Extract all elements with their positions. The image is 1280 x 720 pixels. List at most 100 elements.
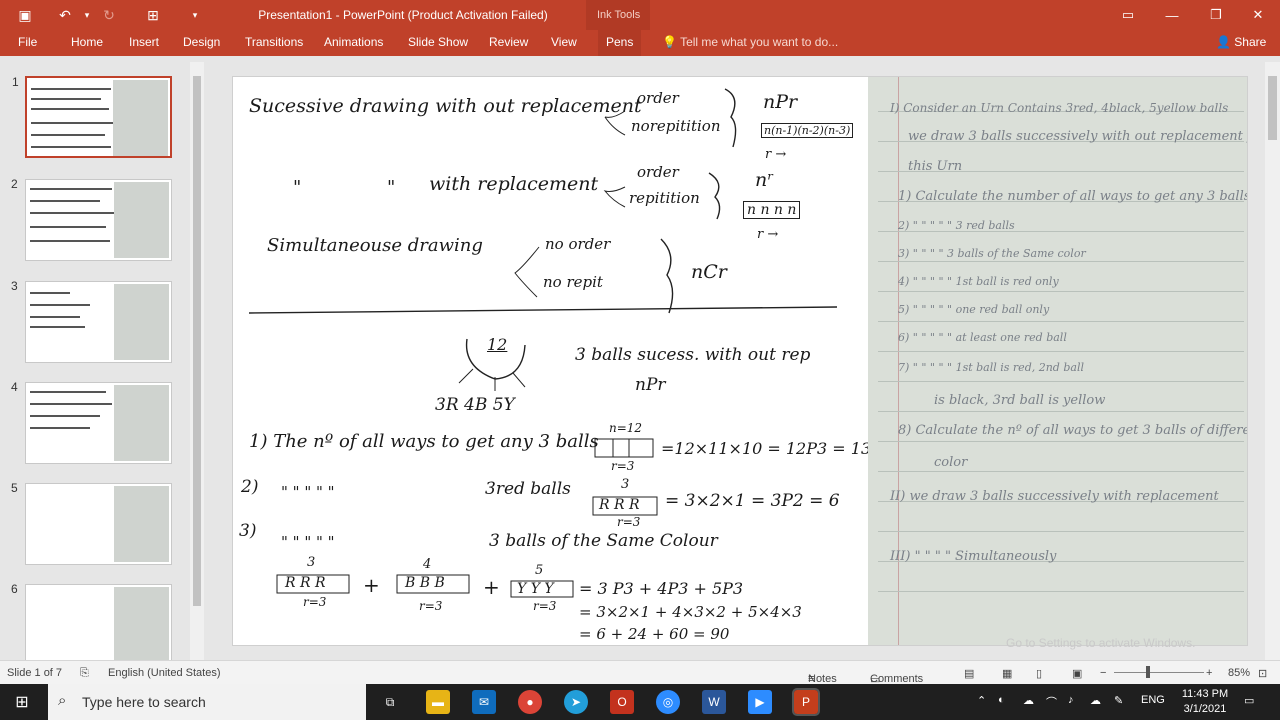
photo-thumbnail <box>114 385 169 461</box>
zoom-slider[interactable] <box>1114 672 1204 673</box>
office-icon[interactable]: O <box>610 690 634 714</box>
spellcheck-icon[interactable]: ⎘ <box>80 667 89 680</box>
tab-insert[interactable]: Insert <box>129 35 159 49</box>
zoom-slider-thumb[interactable] <box>1146 666 1150 678</box>
task-view-icon[interactable]: ⧉ <box>378 690 402 714</box>
slide-thumbnail[interactable]: 1 <box>12 75 172 158</box>
slide-editing-area: Sucessive drawing with out replacement o… <box>205 62 1265 660</box>
pen-icon[interactable]: ✎ <box>1114 694 1123 707</box>
ink-text: + <box>483 575 500 599</box>
browser-icon[interactable]: ◎ <box>656 690 680 714</box>
taskbar-search[interactable]: ⌕ Type here to search <box>48 684 366 720</box>
slide-sorter-icon[interactable]: ▦ <box>1002 667 1012 680</box>
notifications-icon[interactable]: ▭ <box>1244 694 1254 707</box>
ink-text: 3red balls <box>485 479 571 499</box>
file-explorer-icon[interactable]: ▬ <box>426 690 450 714</box>
photo-thumbnail <box>114 284 169 360</box>
photo-thumbnail <box>114 587 169 663</box>
network-icon[interactable]: ⌒ <box>1046 694 1057 710</box>
show-hidden-icons[interactable]: ⌃ <box>977 694 986 707</box>
scrollbar-thumb[interactable] <box>193 76 201 606</box>
ink-text: r=3 <box>617 515 641 529</box>
share-button[interactable]: 👤 Share <box>1216 35 1266 49</box>
photo-text: color <box>934 455 968 470</box>
photo-text: 3) " " " " 3 balls of the Same color <box>898 247 1086 260</box>
photo-thumbnail <box>114 182 169 258</box>
slide-thumbnail[interactable]: 6 <box>11 582 172 666</box>
tab-file[interactable]: File <box>18 35 37 49</box>
windows-start-icon[interactable]: ⊞ <box>10 690 34 714</box>
ink-text: 3 <box>307 555 316 570</box>
close-icon[interactable]: ✕ <box>1236 0 1280 30</box>
photo-text: 8) Calculate the nº of all ways to get 3… <box>898 423 1248 438</box>
slide-number: 5 <box>11 481 18 495</box>
tell-me-search[interactable]: 💡 Tell me what you want to do... <box>662 35 838 49</box>
slide-thumbnail[interactable]: 3 <box>11 279 172 363</box>
photo-text: III) " " " " Simultaneously <box>890 549 1057 564</box>
slide-thumbnail[interactable]: 5 <box>11 481 172 565</box>
thumbnails-scrollbar[interactable] <box>190 62 204 660</box>
zoom-in-button[interactable]: + <box>1206 667 1212 679</box>
ink-text: = 3×2×1 = 3P2 = 6 <box>665 491 840 511</box>
tab-slide-show[interactable]: Slide Show <box>408 35 468 49</box>
photo-text: this Urn <box>908 159 963 174</box>
tab-transitions[interactable]: Transitions <box>245 35 303 49</box>
slide-thumbnail[interactable]: 2 <box>11 177 172 261</box>
tab-home[interactable]: Home <box>71 35 103 49</box>
reading-view-icon[interactable]: ▯ <box>1036 667 1042 680</box>
slide-counter: Slide 1 of 7 <box>7 667 63 679</box>
tab-review[interactable]: Review <box>489 35 528 49</box>
slide-thumbnails-pane: 1 2 3 4 5 6 <box>0 62 205 666</box>
antivirus-icon[interactable]: ◐ <box>998 694 1005 706</box>
minimize-icon[interactable]: — <box>1150 0 1194 30</box>
slide-scrollbar[interactable] <box>1265 62 1280 660</box>
activate-windows-watermark: Go to Settings to activate Windows. <box>1006 636 1196 650</box>
windows-taskbar: ⊞ ⌕ Type here to search ⧉ ▬ ✉ ● ➤ O ◎ W … <box>0 684 1280 720</box>
cloud-icon[interactable]: ☁ <box>1090 694 1101 707</box>
zoom-app-icon[interactable]: ▶ <box>748 690 772 714</box>
slideshow-icon[interactable]: ▣ <box>1072 667 1082 680</box>
restore-icon[interactable]: ❐ <box>1194 0 1238 30</box>
onedrive-icon[interactable]: ☁ <box>1023 694 1034 707</box>
photo-text: 1) Calculate the number of all ways to g… <box>898 189 1248 204</box>
zoom-out-button[interactable]: − <box>1100 667 1106 679</box>
ink-text: 5 <box>535 563 544 578</box>
ribbon-display-icon[interactable]: ▭ <box>1106 0 1150 30</box>
photo-text: is black, 3rd ball is yellow <box>934 393 1106 408</box>
ink-text: 3R 4B 5Y <box>435 395 515 415</box>
powerpoint-icon[interactable]: P <box>792 688 820 716</box>
telegram-icon[interactable]: ➤ <box>564 690 588 714</box>
mail-icon[interactable]: ✉ <box>472 690 496 714</box>
notebook-photo[interactable]: I) Consider an Urn Contains 3red, 4black… <box>868 77 1248 645</box>
tab-design[interactable]: Design <box>183 35 220 49</box>
chrome-icon[interactable]: ● <box>518 690 542 714</box>
ink-text: R R R <box>285 575 326 591</box>
ink-text: R R R <box>599 497 640 513</box>
photo-thumbnail <box>113 80 168 156</box>
ink-tools-label: Ink Tools <box>597 9 641 21</box>
title-bar: ▣ ↶ ▾ ↻ ⊞ ▾ Presentation1 - PowerPoint (… <box>0 0 1280 30</box>
tab-view[interactable]: View <box>551 35 577 49</box>
volume-icon[interactable]: ♪ <box>1068 694 1074 706</box>
slide-number: 1 <box>12 75 19 89</box>
tab-pens[interactable]: Pens <box>598 30 642 56</box>
zoom-level[interactable]: 85% <box>1228 667 1250 679</box>
input-language[interactable]: ENG <box>1141 694 1165 706</box>
ink-text: B B B <box>405 575 445 591</box>
slide-thumbnail[interactable]: 4 <box>11 380 172 464</box>
ink-text: " " " " " <box>281 533 335 551</box>
normal-view-icon[interactable]: ▤ <box>964 667 974 680</box>
ink-text: 3 balls sucess. with out rep <box>575 345 811 365</box>
ink-text: = 6 + 24 + 60 = 90 <box>579 625 730 643</box>
fit-slide-icon[interactable]: ⊡ <box>1258 667 1267 680</box>
scrollbar-thumb[interactable] <box>1268 76 1277 140</box>
photo-text: I) Consider an Urn Contains 3red, 4black… <box>890 101 1229 115</box>
word-icon[interactable]: W <box>702 690 726 714</box>
tab-animations[interactable]: Animations <box>324 35 383 49</box>
clock[interactable]: 11:43 PM 3/1/2021 <box>1178 687 1232 717</box>
language-indicator[interactable]: English (United States) <box>108 667 221 679</box>
ink-text: r=3 <box>611 459 635 473</box>
slide-number: 4 <box>11 380 18 394</box>
current-slide[interactable]: Sucessive drawing with out replacement o… <box>232 76 1248 646</box>
ink-text: " " " " " <box>281 483 335 501</box>
